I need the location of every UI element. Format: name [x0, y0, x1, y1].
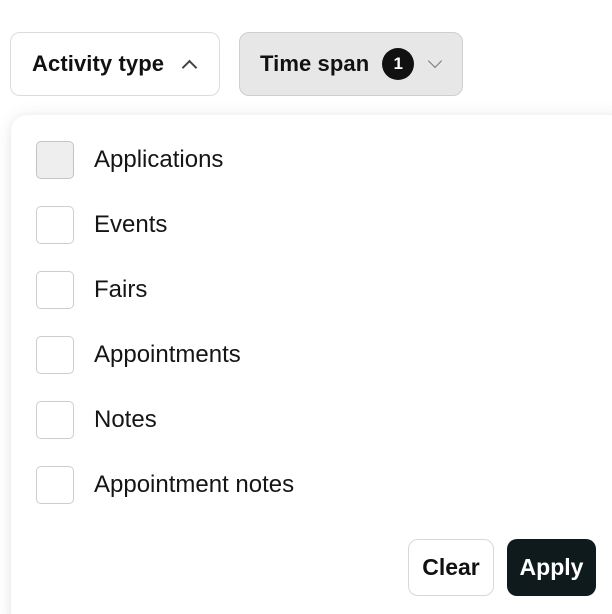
option-appointment-notes[interactable]: Appointment notes — [36, 466, 294, 504]
option-events[interactable]: Events — [36, 206, 167, 244]
activity-type-label: Activity type — [32, 51, 165, 76]
option-appointments[interactable]: Appointments — [36, 336, 241, 374]
clear-button[interactable]: Clear — [408, 539, 494, 596]
activity-type-filter-button[interactable]: Activity type — [10, 32, 220, 96]
option-notes[interactable]: Notes — [36, 401, 157, 439]
filter-page: Activity type Time span 1 Applications E… — [0, 0, 612, 614]
time-span-count-badge: 1 — [382, 48, 415, 80]
checkbox[interactable] — [36, 206, 74, 244]
option-label: Events — [94, 211, 168, 238]
checkbox[interactable] — [36, 401, 74, 439]
option-applications[interactable]: Applications — [36, 141, 223, 179]
checkbox[interactable] — [36, 336, 74, 374]
option-label: Applications — [94, 146, 224, 173]
apply-button[interactable]: Apply — [507, 539, 596, 596]
time-span-label: Time span — [260, 51, 370, 76]
option-label: Appointment notes — [94, 471, 295, 498]
option-label: Fairs — [94, 276, 148, 303]
option-fairs[interactable]: Fairs — [36, 271, 147, 309]
checkbox[interactable] — [36, 141, 74, 179]
activity-type-dropdown: Applications Events Fairs Appointments N… — [11, 115, 612, 614]
time-span-filter-button[interactable]: Time span 1 — [239, 32, 463, 96]
option-label: Appointments — [94, 341, 241, 368]
chevron-up-icon — [181, 59, 198, 75]
checkbox[interactable] — [36, 271, 74, 309]
checkbox[interactable] — [36, 466, 74, 504]
option-label: Notes — [94, 406, 157, 433]
chevron-down-icon — [428, 53, 443, 69]
